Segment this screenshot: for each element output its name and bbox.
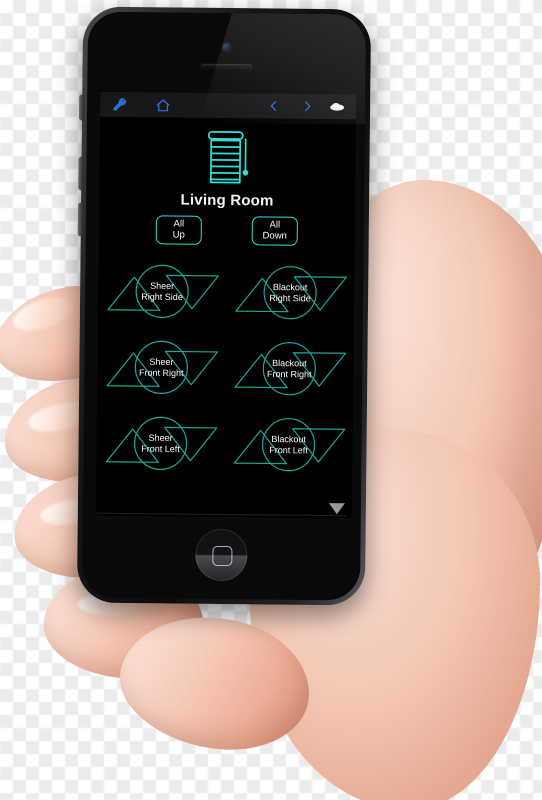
all-down-label-line2: Down bbox=[262, 230, 287, 242]
shade-controls-grid: Sheer Right Side Blackout Right Side She… bbox=[96, 257, 354, 480]
house-icon[interactable] bbox=[152, 95, 174, 115]
triangle-up-icon bbox=[105, 428, 159, 463]
earpiece-speaker bbox=[200, 63, 253, 71]
all-up-button[interactable]: All Up bbox=[155, 215, 202, 245]
shade-control[interactable]: Sheer Right Side bbox=[98, 257, 227, 326]
screenshot-canvas: Living Room All Up All Down Sheer Right … bbox=[0, 0, 542, 800]
chevron-left-icon[interactable] bbox=[262, 96, 284, 116]
home-button-square-icon bbox=[212, 545, 233, 567]
triangle-up-icon bbox=[235, 277, 289, 313]
triangle-down-icon bbox=[164, 426, 218, 462]
scroll-down-icon[interactable] bbox=[328, 503, 345, 515]
shade-control[interactable]: Blackout Right Side bbox=[226, 258, 355, 327]
triangle-down-icon bbox=[165, 274, 219, 310]
triangle-down-icon bbox=[293, 276, 347, 311]
wrench-icon[interactable] bbox=[108, 94, 130, 114]
shade-dial bbox=[135, 264, 189, 318]
shade-dial bbox=[134, 340, 188, 394]
all-up-label-line1: All bbox=[173, 218, 185, 230]
triangle-up-icon bbox=[234, 353, 288, 389]
shade-control[interactable]: Blackout Front Right bbox=[225, 334, 354, 403]
triangle-up-icon bbox=[107, 276, 161, 311]
smartphone-device: Living Room All Up All Down Sheer Right … bbox=[76, 6, 372, 606]
shade-dial bbox=[261, 418, 316, 472]
triangle-down-icon bbox=[292, 428, 346, 463]
shade-dial bbox=[262, 342, 316, 396]
shade-control[interactable]: Blackout Front Left bbox=[224, 410, 353, 479]
shade-dial bbox=[133, 416, 188, 470]
front-camera bbox=[222, 42, 231, 52]
mute-switch[interactable] bbox=[78, 94, 85, 121]
page-title: Living Room bbox=[180, 191, 274, 210]
shade-control[interactable]: Sheer Front Left bbox=[96, 409, 225, 478]
all-up-label-line2: Up bbox=[172, 229, 185, 241]
home-button[interactable] bbox=[195, 528, 248, 582]
triangle-down-icon bbox=[164, 350, 219, 386]
phone-front-face: Living Room All Up All Down Sheer Right … bbox=[81, 11, 367, 601]
volume-down-button[interactable] bbox=[77, 202, 84, 237]
all-down-label-line1: All bbox=[269, 219, 281, 231]
triangle-down-icon bbox=[292, 352, 347, 387]
shade-control[interactable]: Sheer Front Right bbox=[97, 333, 226, 402]
cloud-icon[interactable] bbox=[326, 97, 348, 117]
window-blinds-icon bbox=[99, 128, 356, 189]
chevron-right-icon[interactable] bbox=[296, 96, 318, 116]
triangle-up-icon bbox=[233, 429, 287, 465]
volume-up-button[interactable] bbox=[78, 156, 84, 191]
triangle-up-icon bbox=[106, 352, 160, 387]
app-content: Living Room All Up All Down Sheer Right … bbox=[96, 118, 356, 519]
shade-dial bbox=[263, 266, 317, 320]
phone-screen: Living Room All Up All Down Sheer Right … bbox=[95, 91, 357, 519]
all-down-button[interactable]: All Down bbox=[251, 216, 298, 246]
app-toolbar bbox=[99, 91, 357, 121]
global-controls-row: All Up All Down bbox=[99, 215, 355, 247]
